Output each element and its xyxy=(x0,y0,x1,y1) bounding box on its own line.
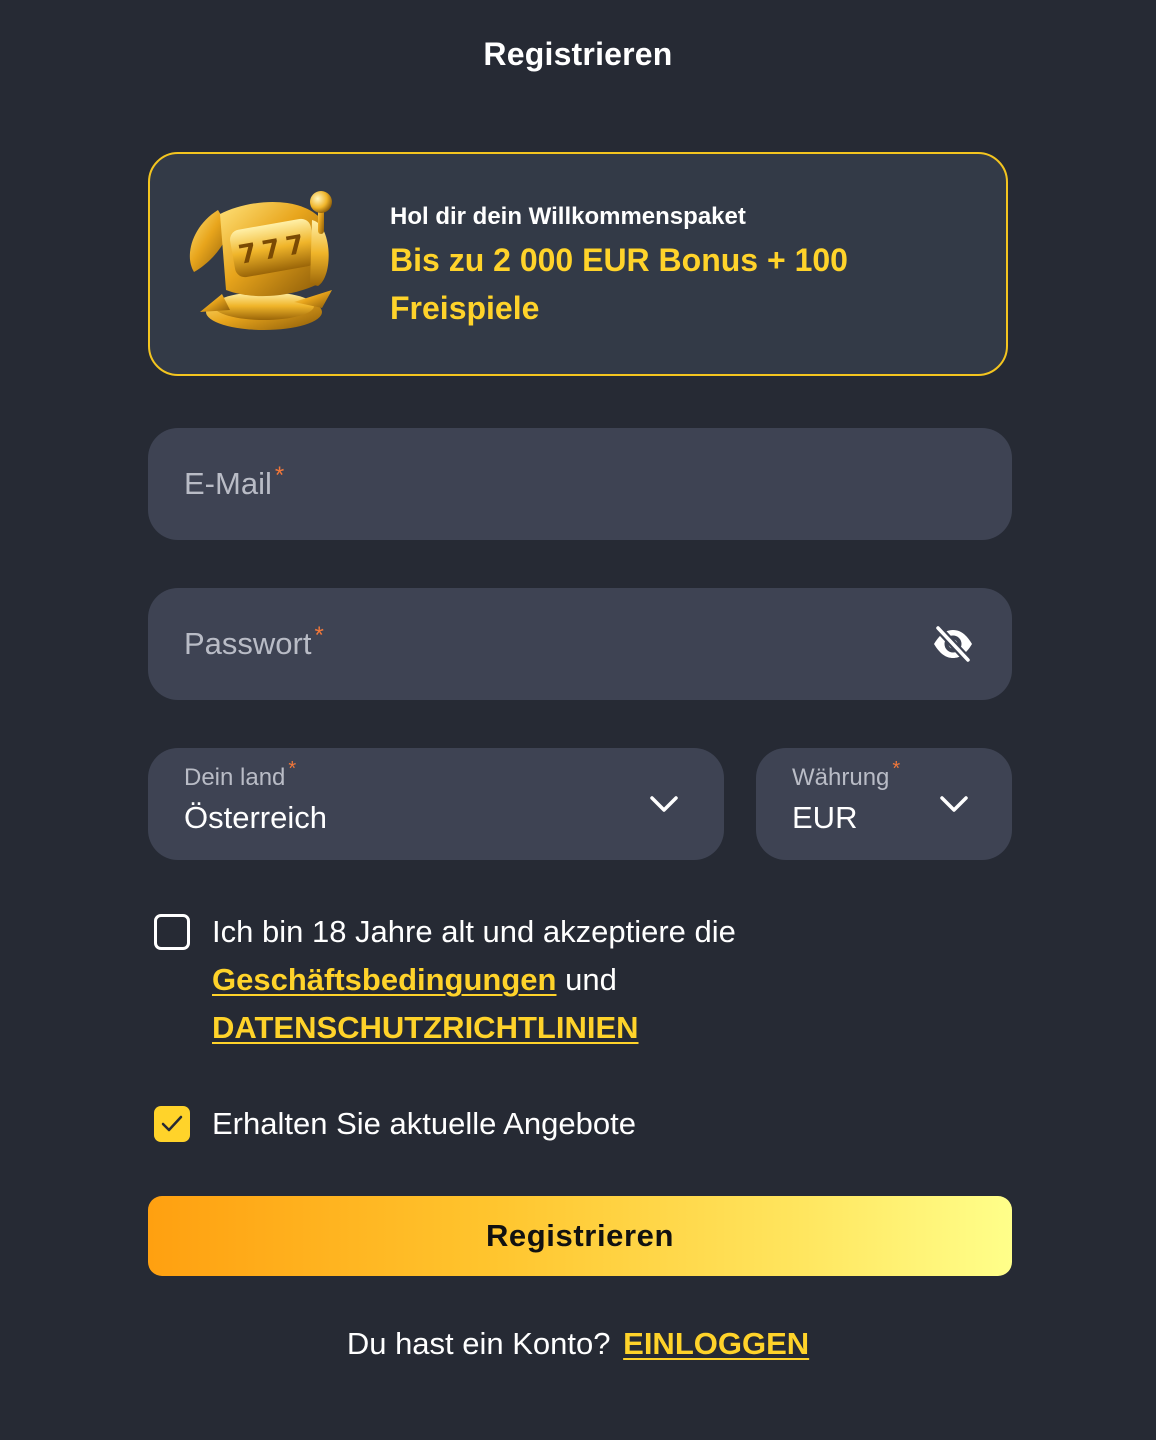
currency-label-text: Währung xyxy=(792,764,890,791)
country-select[interactable]: Dein land * Österreich xyxy=(148,748,724,860)
login-prompt-text: Du hast ein Konto? xyxy=(346,1326,611,1361)
offers-text: Erhalten Sie aktuelle Angebote xyxy=(212,1106,636,1141)
required-mark: * xyxy=(314,622,324,649)
currency-label: Währung * xyxy=(792,758,900,792)
registration-page: Registrieren 7 7 7 Hol dir dein Willkomm… xyxy=(0,0,1156,1440)
chevron-down-icon xyxy=(650,796,678,812)
required-mark: * xyxy=(288,758,297,780)
email-field[interactable]: E-Mail * xyxy=(148,428,1012,540)
password-placeholder: Passwort * xyxy=(184,588,324,700)
login-link[interactable]: EINLOGGEN xyxy=(623,1326,809,1361)
page-title: Registrieren xyxy=(483,36,673,72)
promo-subtitle: Hol dir dein Willkommenspaket xyxy=(390,203,746,230)
password-field[interactable]: Passwort * xyxy=(148,588,1012,700)
welcome-bonus-card: 7 7 7 Hol dir dein Willkommenspaket Bis … xyxy=(148,152,1008,376)
register-button[interactable]: Registrieren xyxy=(148,1196,1012,1276)
terms-text-before: Ich bin 18 Jahre alt und akzeptiere die xyxy=(212,914,736,949)
password-placeholder-text: Passwort xyxy=(184,626,312,661)
chevron-down-icon xyxy=(940,796,968,812)
country-label: Dein land * xyxy=(184,758,296,792)
terms-link[interactable]: Geschäftsbedingungen xyxy=(212,962,556,997)
terms-text-between: und xyxy=(565,962,617,997)
required-mark: * xyxy=(274,462,285,489)
golden-slot-machine-icon: 7 7 7 xyxy=(189,191,332,330)
country-value: Österreich xyxy=(184,800,327,835)
email-placeholder-text: E-Mail xyxy=(184,466,272,501)
required-mark: * xyxy=(892,758,901,780)
promo-text: Hol dir dein Willkommenspaket Bis zu 2 0… xyxy=(390,200,950,332)
privacy-policy-link[interactable]: DATENSCHUTZRICHTLINIEN xyxy=(212,1010,639,1045)
currency-value: EUR xyxy=(792,800,858,835)
offers-checkbox[interactable] xyxy=(154,1106,190,1142)
terms-checkbox[interactable] xyxy=(154,914,190,950)
terms-text: Ich bin 18 Jahre alt und akzeptiere die G… xyxy=(212,908,912,1052)
eye-slash-icon[interactable] xyxy=(932,624,974,664)
checkmark-icon xyxy=(161,1115,183,1132)
currency-select[interactable]: Währung * EUR xyxy=(756,748,1012,860)
country-label-text: Dein land xyxy=(184,764,286,791)
login-prompt: Du hast ein Konto? EINLOGGEN xyxy=(0,1326,1156,1362)
email-placeholder: E-Mail * xyxy=(184,428,284,540)
promo-headline: Bis zu 2 000 EUR Bonus + 100 Freispiele xyxy=(390,242,848,326)
